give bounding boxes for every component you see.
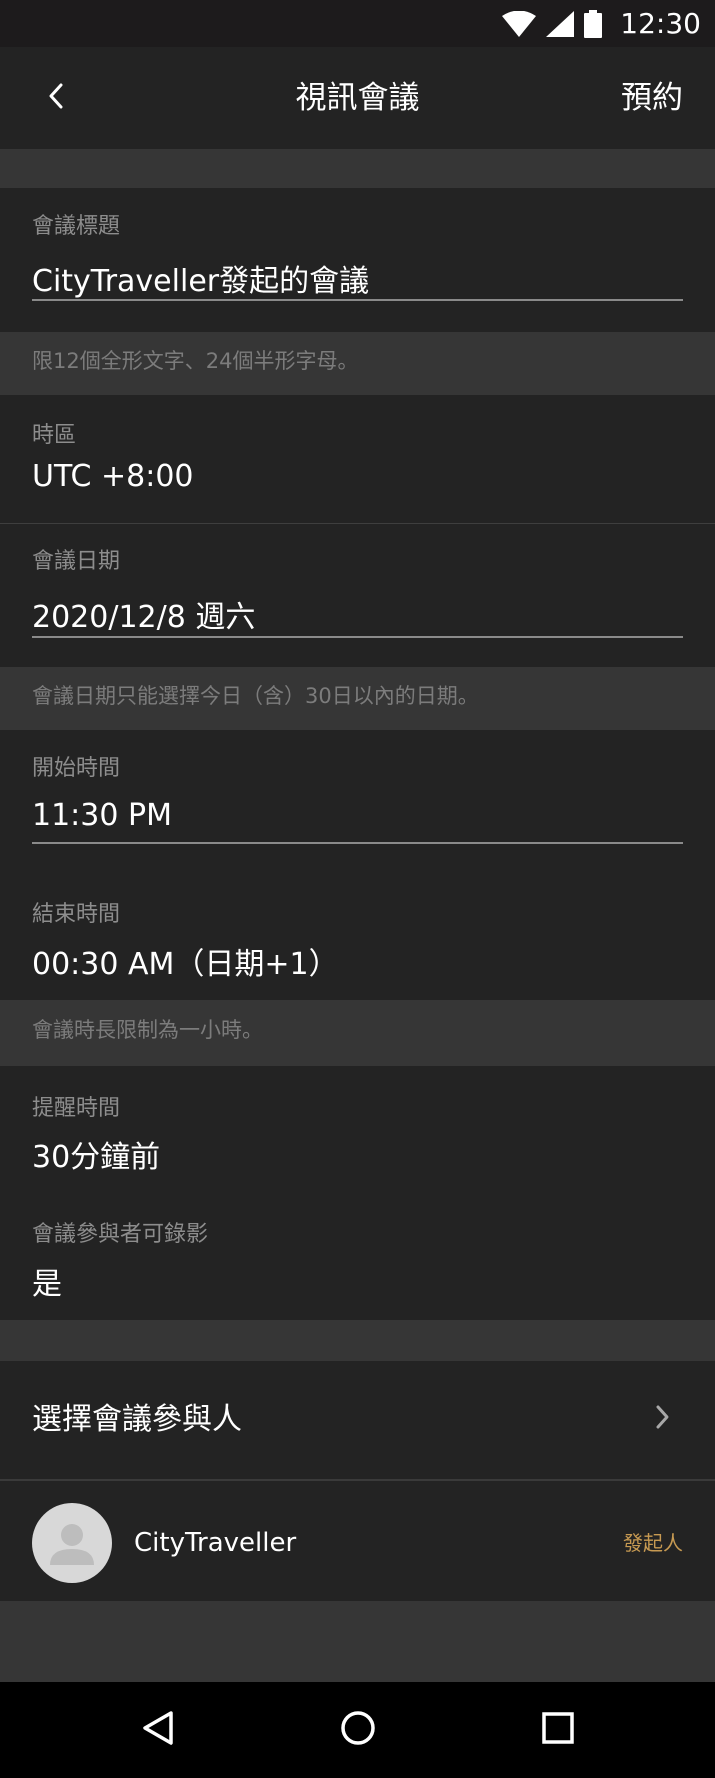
- participant-row: CityTraveller 發起人: [0, 1481, 715, 1601]
- select-participants-label: 選擇會議參與人: [32, 1402, 242, 1437]
- chevron-right-icon: [655, 1403, 671, 1435]
- nav-home-button[interactable]: [318, 1682, 398, 1778]
- participant-name: CityTraveller: [134, 1528, 297, 1558]
- meeting-title-underline: [32, 299, 683, 301]
- hint-band: 會議時長限制為一小時。: [0, 1000, 715, 1066]
- meeting-date-section: 會議日期 2020/12/8 週六: [0, 524, 715, 667]
- reminder-label: 提醒時間: [32, 1096, 121, 1121]
- meeting-date-underline: [32, 636, 683, 638]
- meeting-date-input[interactable]: 2020/12/8 週六: [32, 592, 255, 636]
- hint-band: 限12個全形文字、24個半形字母。: [0, 332, 715, 395]
- screen: 12:30 視訊會議 預約 會議標題 CityTraveller發起的會議 限1…: [0, 0, 715, 1778]
- app-bar: 視訊會議 預約: [0, 47, 715, 149]
- meeting-date-hint: 會議日期只能選擇今日（含）30日以內的日期。: [32, 684, 479, 708]
- status-time: 12:30: [620, 7, 701, 40]
- recents-square-icon: [542, 1712, 574, 1748]
- options-section: 提醒時間 30分鐘前 會議參與者可錄影 是: [0, 1066, 715, 1320]
- nav-recents-button[interactable]: [518, 1682, 598, 1778]
- book-button[interactable]: 預約: [621, 47, 683, 149]
- timezone-value: UTC +8:00: [32, 459, 194, 494]
- battery-icon: [584, 9, 603, 38]
- back-triangle-icon: [141, 1710, 175, 1750]
- duration-hint: 會議時長限制為一小時。: [32, 1018, 263, 1042]
- reminder-value: 30分鐘前: [32, 1140, 161, 1175]
- recording-label: 會議參與者可錄影: [32, 1222, 209, 1247]
- system-nav-bar: [0, 1682, 715, 1778]
- meeting-title-input[interactable]: CityTraveller發起的會議: [32, 256, 369, 300]
- participant-role-badge: 發起人: [623, 1531, 683, 1555]
- time-section: 開始時間 11:30 PM 結束時間 00:30 AM（日期+1）: [0, 730, 715, 1000]
- page-title: 視訊會議: [295, 80, 420, 116]
- nav-back-button[interactable]: [118, 1682, 198, 1778]
- timezone-section[interactable]: 時區 UTC +8:00: [0, 395, 715, 523]
- wifi-icon: [502, 10, 537, 37]
- home-circle-icon: [340, 1710, 376, 1750]
- end-time-label: 結束時間: [32, 902, 121, 927]
- status-icons: 12:30: [502, 0, 701, 47]
- start-time-label: 開始時間: [32, 756, 121, 781]
- meeting-title-hint: 限12個全形文字、24個半形字母。: [32, 349, 359, 373]
- meeting-title-label: 會議標題: [32, 214, 121, 239]
- start-time-underline: [32, 842, 683, 844]
- select-participants-row[interactable]: 選擇會議參與人: [0, 1361, 715, 1479]
- person-icon: [32, 1524, 112, 1583]
- meeting-date-label: 會議日期: [32, 549, 121, 574]
- avatar: [32, 1503, 112, 1583]
- meeting-title-section: 會議標題 CityTraveller發起的會議: [0, 188, 715, 332]
- end-time-value: 00:30 AM（日期+1）: [32, 947, 339, 982]
- hint-band: 會議日期只能選擇今日（含）30日以內的日期。: [0, 667, 715, 730]
- start-time-input[interactable]: 11:30 PM: [32, 798, 172, 833]
- recording-value: 是: [32, 1267, 62, 1302]
- cellular-signal-icon: [546, 10, 575, 37]
- timezone-label: 時區: [32, 423, 77, 448]
- status-bar: 12:30: [0, 0, 715, 47]
